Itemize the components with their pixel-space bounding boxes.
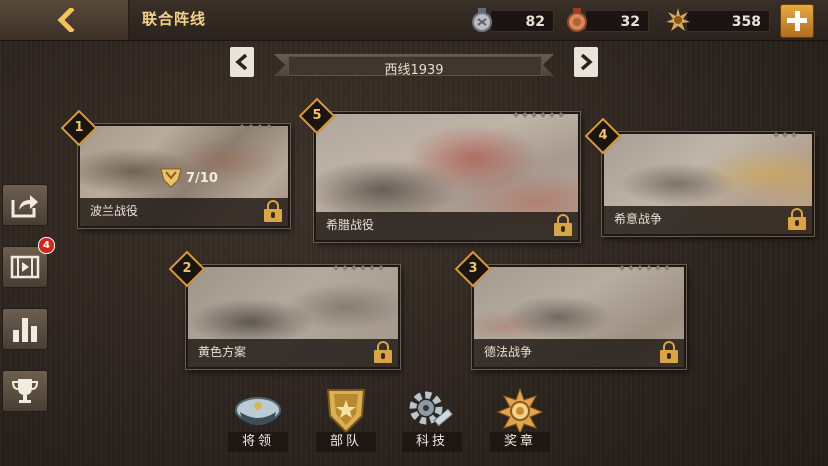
- star-medal-icon: [666, 8, 690, 31]
- resource-silver: 82: [470, 8, 554, 32]
- technology-button[interactable]: 科技: [402, 388, 462, 454]
- battle-name: 希意战争: [614, 212, 663, 226]
- back-button[interactable]: [0, 0, 130, 40]
- menu-label: 将领: [228, 432, 288, 452]
- generals-button[interactable]: 将领: [228, 388, 288, 454]
- lock-icon: [264, 200, 282, 222]
- star-rating: [333, 255, 388, 271]
- top-bar: 联合阵线 82 32 358: [0, 0, 828, 41]
- page-title: 联合阵线: [142, 10, 207, 28]
- campaign-name: 西线1939: [384, 63, 444, 78]
- stats-button[interactable]: [2, 308, 48, 350]
- battle-name: 希腊战役: [326, 218, 375, 232]
- battle-card-greece[interactable]: 希腊战役: [314, 112, 580, 242]
- silver-medal-icon: [472, 8, 492, 32]
- resource-bronze: 32: [565, 8, 649, 32]
- battle-name: 德法战争: [484, 345, 533, 359]
- star-rating: [619, 255, 674, 271]
- lock-icon: [788, 208, 806, 230]
- medals-button[interactable]: 奖章: [490, 388, 550, 454]
- chevron-right-icon: [580, 54, 593, 70]
- film-icon: [10, 255, 40, 279]
- next-campaign-button[interactable]: [574, 47, 598, 77]
- share-icon: [11, 195, 38, 218]
- battle-name: 波兰战役: [90, 204, 139, 218]
- battle-name: 黄色方案: [198, 345, 247, 359]
- gear-wrench-icon: [409, 391, 454, 427]
- prev-campaign-button[interactable]: [230, 47, 254, 77]
- battle-card-greco-italian[interactable]: 希意战争: [602, 132, 814, 236]
- add-currency-button[interactable]: [780, 4, 814, 38]
- chevron-left-icon: [57, 8, 75, 32]
- bar-chart-icon: [13, 318, 37, 342]
- gold-count: 358: [731, 14, 761, 30]
- share-button[interactable]: [2, 184, 48, 226]
- bronze-medal-icon: [567, 8, 587, 32]
- battle-card-poland[interactable]: 7/10 波兰战役: [78, 124, 290, 228]
- battle-card-franco-german[interactable]: 德法战争: [472, 265, 686, 369]
- chevron-left-icon: [235, 54, 248, 70]
- star-rating: [513, 102, 568, 118]
- menu-label: 部队: [316, 432, 376, 452]
- lock-icon: [374, 341, 392, 363]
- lock-icon: [554, 214, 572, 236]
- menu-label: 奖章: [490, 432, 550, 452]
- battle-card-fall-gelb[interactable]: 黄色方案: [186, 265, 400, 369]
- battle-progress: 7/10: [186, 171, 218, 186]
- medal-icon: [496, 388, 544, 434]
- silver-count: 82: [525, 14, 545, 30]
- crest-icon: [160, 168, 182, 188]
- trophy-icon: [11, 379, 39, 403]
- troops-button[interactable]: 部队: [316, 388, 376, 454]
- achievements-button[interactable]: [2, 370, 48, 412]
- menu-label: 科技: [402, 432, 462, 452]
- campaign-banner: 西线1939: [274, 52, 554, 78]
- army-badge-icon: [326, 389, 366, 434]
- officer-cap-icon: [235, 397, 281, 425]
- resource-gold: 358: [666, 8, 770, 32]
- star-rating: [773, 122, 801, 138]
- lock-icon: [660, 341, 678, 363]
- star-rating: [239, 114, 276, 130]
- bronze-count: 32: [620, 14, 640, 30]
- notification-badge: 4: [38, 237, 55, 254]
